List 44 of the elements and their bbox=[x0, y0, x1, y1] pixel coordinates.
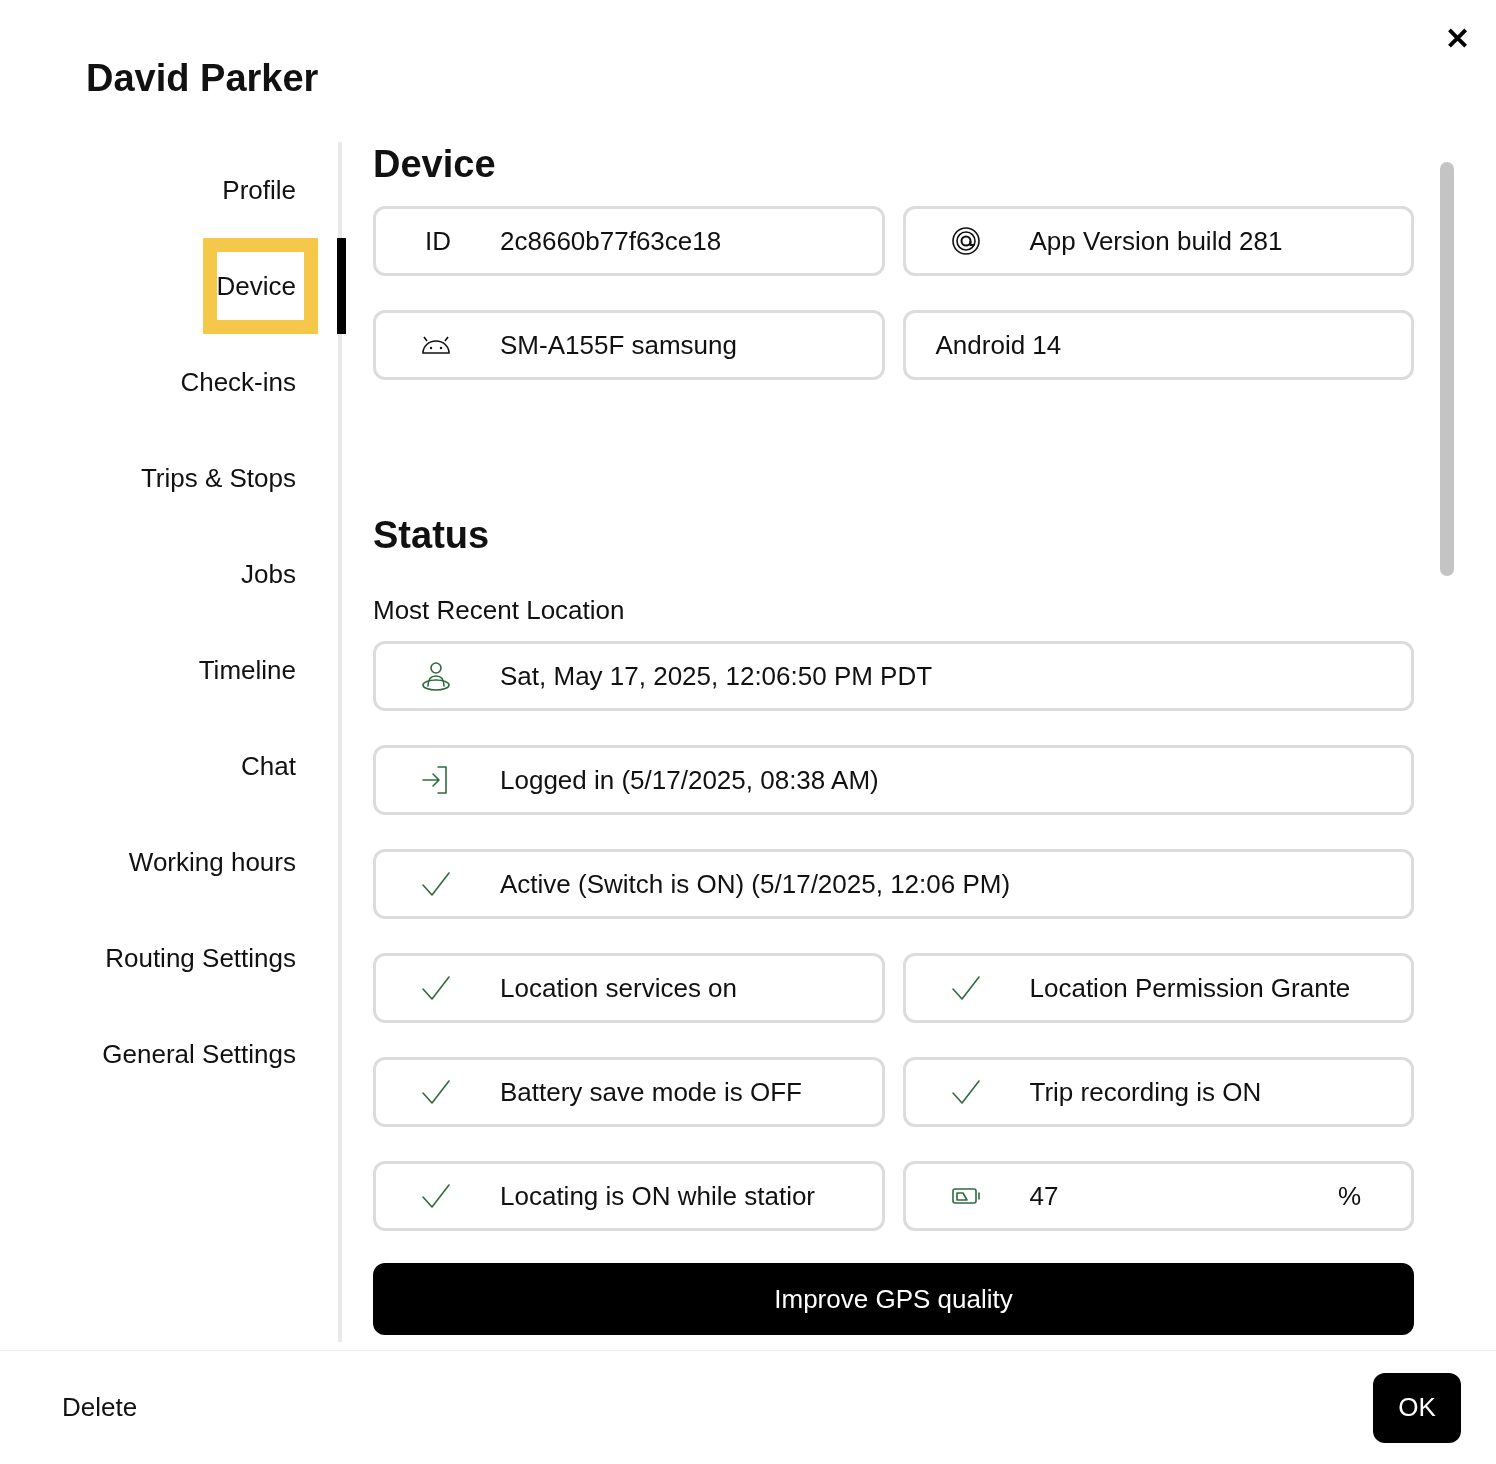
sidebar-item[interactable]: General Settings bbox=[88, 1006, 318, 1102]
sidebar-item[interactable]: Trips & Stops bbox=[126, 430, 318, 526]
field-value: Locating is ON while statior bbox=[500, 1179, 816, 1213]
page-title: David Parker bbox=[86, 58, 320, 100]
subheading: Most Recent Location bbox=[373, 595, 626, 625]
sidebar-item[interactable]: Device bbox=[202, 238, 318, 334]
battery-icon bbox=[950, 1187, 981, 1205]
check-icon bbox=[950, 975, 981, 1001]
field-value: 47 bbox=[1029, 1179, 1059, 1213]
close-button[interactable]: ✕ bbox=[1441, 20, 1474, 58]
sidebar-item[interactable]: Routing Settings bbox=[91, 910, 318, 1006]
field-value: Location services on bbox=[500, 971, 738, 1005]
field-value: Active (Switch is ON) (5/17/2025, 12:06 PM) bbox=[500, 867, 1011, 901]
field-value: Android 14 bbox=[934, 328, 1062, 362]
sidebar-item[interactable]: Timeline bbox=[184, 622, 318, 718]
sidebar-item[interactable]: Profile bbox=[208, 142, 318, 238]
sidebar-item[interactable]: Check-ins bbox=[166, 334, 318, 430]
field-value: Location Permission Grante bbox=[1029, 971, 1351, 1005]
check-icon bbox=[421, 1183, 451, 1209]
unit-label: % bbox=[1337, 1179, 1361, 1213]
field-label: ID bbox=[424, 224, 452, 258]
section-heading: Status bbox=[373, 513, 491, 557]
check-icon bbox=[950, 1079, 981, 1105]
sidebar-item[interactable]: Jobs bbox=[227, 526, 318, 622]
field-value: Trip recording is ON bbox=[1029, 1075, 1262, 1109]
field-value: Sat, May 17, 2025, 12:06:50 PM PDT bbox=[500, 659, 933, 693]
field-value: App Version build 281 bbox=[1029, 224, 1283, 258]
ok-button[interactable]: OK bbox=[1373, 1372, 1461, 1443]
check-icon bbox=[421, 871, 451, 897]
field-value: Battery save mode is OFF bbox=[500, 1075, 802, 1109]
improve-gps-button[interactable]: Improve GPS quality bbox=[373, 1263, 1414, 1335]
sidebar-item[interactable]: Working hours bbox=[114, 814, 318, 910]
app-logo-icon bbox=[950, 226, 981, 256]
field-value: 2c8660b77f63ce18 bbox=[500, 224, 722, 258]
person-pin-icon bbox=[421, 661, 451, 691]
scrollbar-thumb[interactable] bbox=[1440, 162, 1454, 576]
check-icon bbox=[421, 975, 451, 1001]
sidebar-item[interactable]: Chat bbox=[227, 718, 318, 814]
section-heading: Device bbox=[373, 142, 497, 186]
field-value: SM-A155F samsung bbox=[500, 328, 737, 362]
check-icon bbox=[421, 1079, 451, 1105]
android-icon bbox=[421, 336, 451, 354]
field-value: Logged in (5/17/2025, 08:38 AM) bbox=[500, 763, 879, 797]
delete-button[interactable]: Delete bbox=[62, 1388, 138, 1427]
